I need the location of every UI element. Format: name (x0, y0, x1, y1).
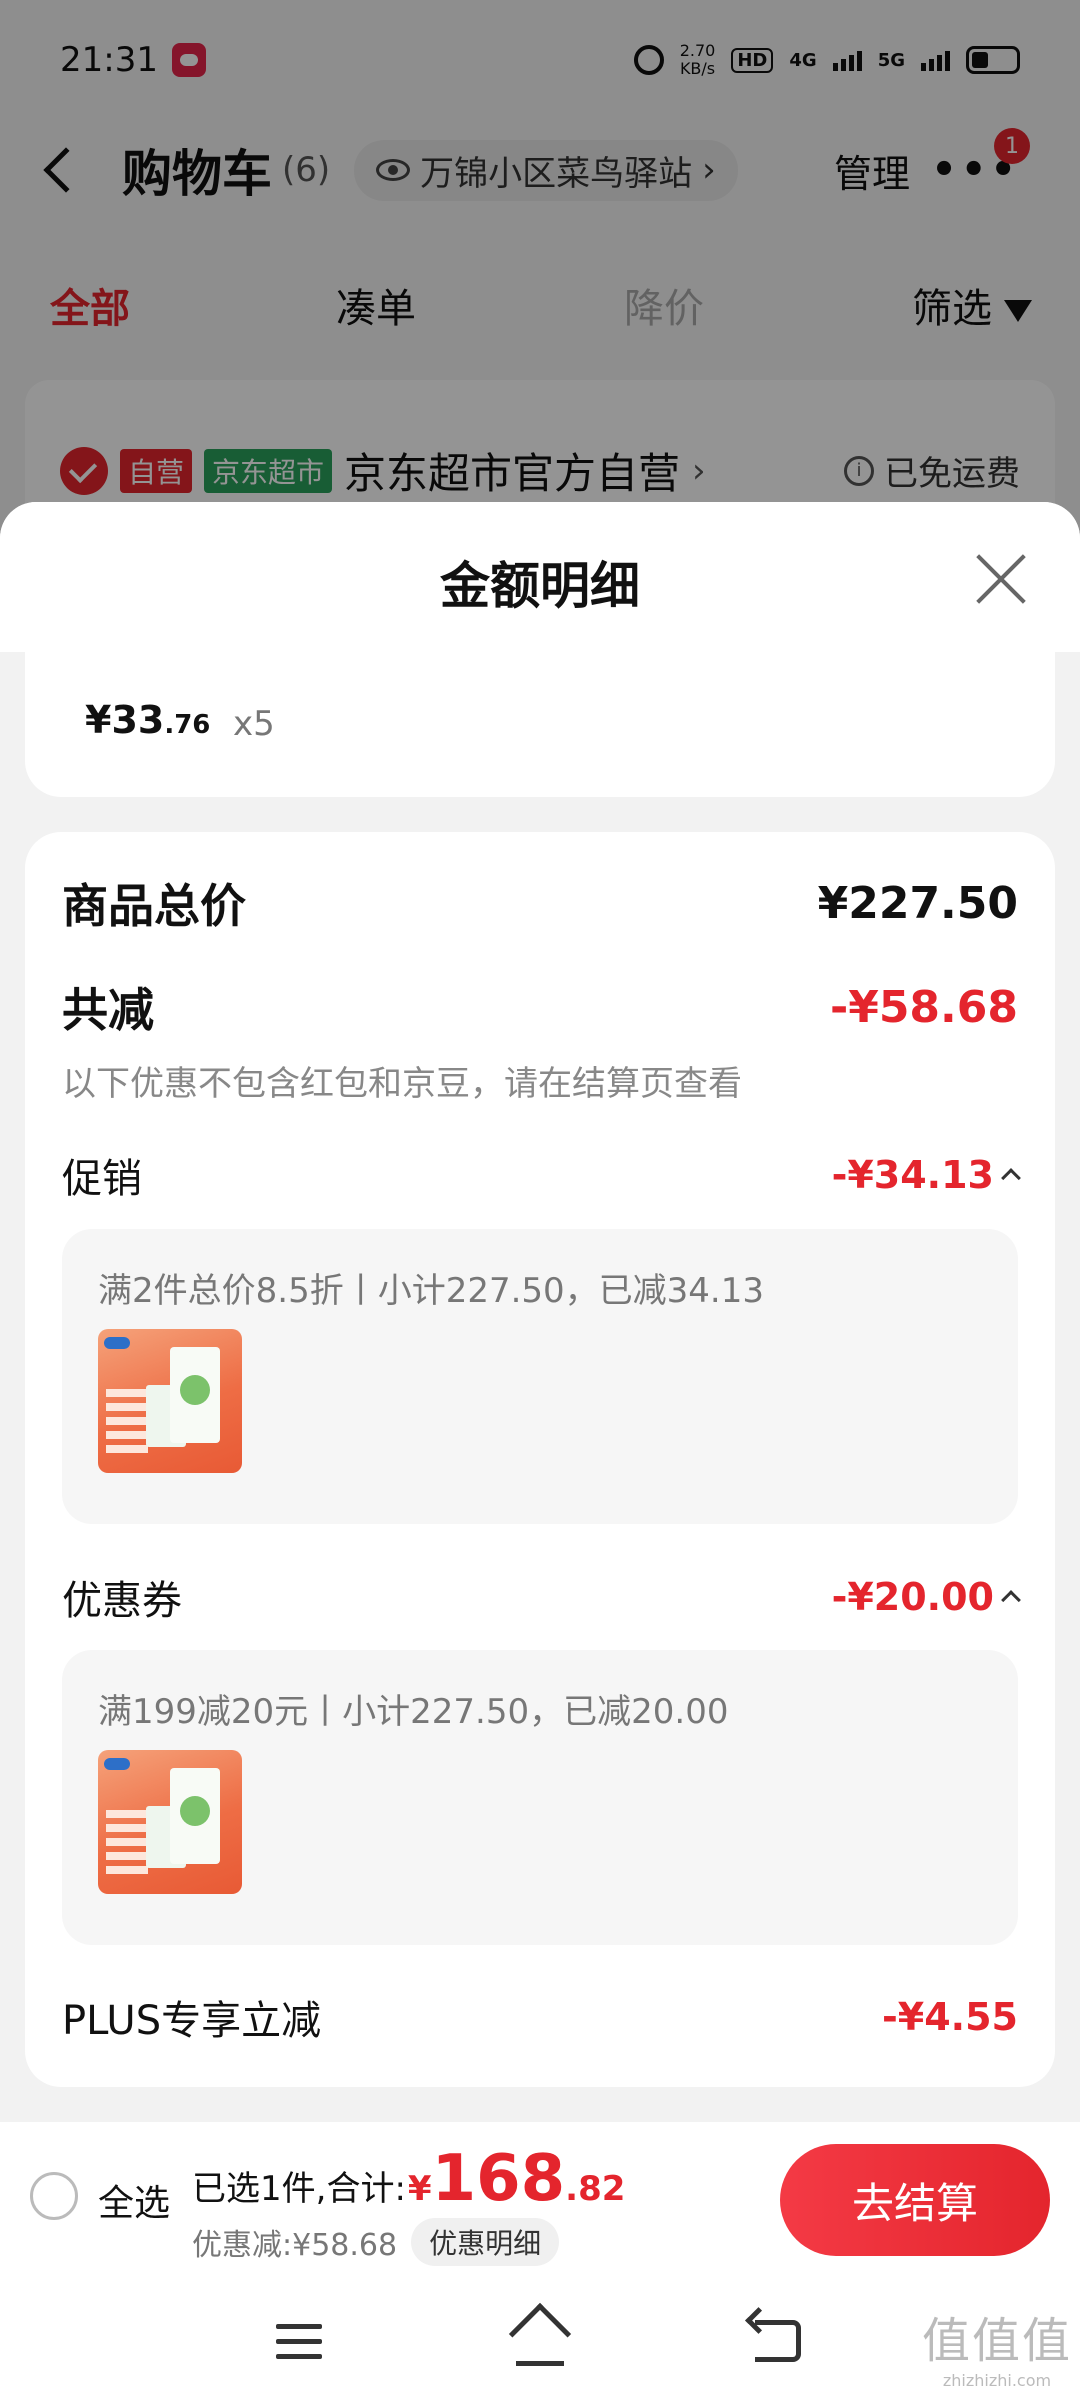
checkout-bar: 全选 已选1件,合计: ¥ 168 .82 优惠减:¥58.68 优惠明细 去结… (0, 2122, 1080, 2282)
plus-label: PLUS专享立减 (62, 1998, 322, 2044)
total-decimal: .82 (565, 2169, 626, 2209)
reduce-note: 以下优惠不包含红包和京豆，请在结算页查看 (62, 1064, 742, 1104)
total-label: 商品总价 (62, 879, 246, 933)
promo-label: 促销 (62, 1156, 142, 1202)
carton (170, 1347, 220, 1443)
reduce-row: 共减 -¥58.68 (62, 974, 1018, 1040)
select-all-label[interactable]: 全选 (98, 2174, 170, 2226)
summary-total: 已选1件,合计: ¥ 168 .82 (192, 2142, 625, 2216)
reduce-label: 共减 (62, 983, 154, 1037)
product-thumbnail[interactable] (98, 1329, 242, 1473)
checkout-button[interactable]: 去结算 (780, 2144, 1050, 2256)
home-icon[interactable] (508, 2302, 572, 2366)
total-value: ¥227.50 (817, 877, 1018, 929)
product-thumbnail[interactable] (98, 1750, 242, 1894)
coupon-value: -¥20.00 (831, 1575, 994, 1619)
select-all-radio[interactable] (30, 2172, 78, 2220)
summary-discount: 优惠减:¥58.68 优惠明细 (192, 2218, 625, 2266)
base (516, 2361, 564, 2366)
coupon-row[interactable]: 优惠券 -¥20.00 (62, 1568, 1021, 1626)
coupon-label: 优惠券 (62, 1578, 182, 1624)
promo-row[interactable]: 促销 -¥34.13 (62, 1146, 1021, 1204)
watermark-url: zhizhizhi.com (942, 2371, 1052, 2390)
back-icon[interactable] (755, 2320, 801, 2362)
item-card: ¥33.76 x5 (25, 652, 1055, 797)
total-integer: 168 (431, 2142, 566, 2216)
total-currency: ¥ (407, 2169, 432, 2209)
discount-text: 优惠减:¥58.68 (192, 2228, 398, 2263)
sheet-title: 金额明细 (440, 557, 640, 615)
strips (106, 1389, 148, 1459)
system-navigation-bar: 值值值 zhizhizhi.com (0, 2282, 1080, 2400)
brand-logo (104, 1758, 130, 1770)
coupon-rule: 满199减20元丨小计227.50，已减20.00 (98, 1692, 729, 1732)
sheet-header: 金额明细 (0, 502, 1080, 652)
total-row: 商品总价 ¥227.50 (62, 870, 1018, 936)
promo-rule: 满2件总价8.5折丨小计227.50，已减34.13 (98, 1271, 765, 1311)
detail-card: 商品总价 ¥227.50 共减 -¥58.68 以下优惠不包含红包和京豆，请在结… (25, 832, 1055, 2087)
price-summary: 已选1件,合计: ¥ 168 .82 优惠减:¥58.68 优惠明细 (192, 2142, 625, 2266)
item-price-dec: .76 (164, 710, 211, 740)
plus-row: PLUS专享立减 -¥4.55 (62, 1988, 1018, 2046)
chevron-up-icon[interactable] (1001, 1168, 1021, 1188)
item-price-int: ¥33 (85, 698, 165, 742)
brand-logo (104, 1337, 130, 1349)
roof (508, 2302, 572, 2366)
watermark-glyphs: 值值值 (921, 2313, 1072, 2369)
promo-value: -¥34.13 (831, 1153, 994, 1197)
item-price: ¥33.76 (85, 698, 210, 742)
coupon-detail-box: 满199减20元丨小计227.50，已减20.00 (62, 1650, 1018, 1945)
selected-prefix: 已选1件,合计: (192, 2169, 406, 2209)
watermark: 值值值 zhizhizhi.com (922, 2301, 1072, 2390)
carton (170, 1768, 220, 1864)
chevron-up-icon[interactable] (1001, 1590, 1021, 1610)
coupon-value-wrap: -¥20.00 (831, 1575, 1021, 1619)
strips (106, 1810, 148, 1880)
promo-detail-box: 满2件总价8.5折丨小计227.50，已减34.13 (62, 1229, 1018, 1524)
menu-icon[interactable] (276, 2324, 322, 2360)
item-quantity: x5 (233, 704, 275, 744)
reduce-value: -¥58.68 (829, 981, 1018, 1033)
discount-detail-button[interactable]: 优惠明细 (411, 2218, 560, 2266)
close-icon[interactable] (974, 552, 1028, 606)
promo-value-wrap: -¥34.13 (831, 1153, 1021, 1197)
plus-value: -¥4.55 (882, 1995, 1018, 2039)
amount-detail-sheet: 金额明细 ¥33.76 x5 商品总价 ¥227.50 共减 -¥58.68 以… (0, 502, 1080, 2122)
